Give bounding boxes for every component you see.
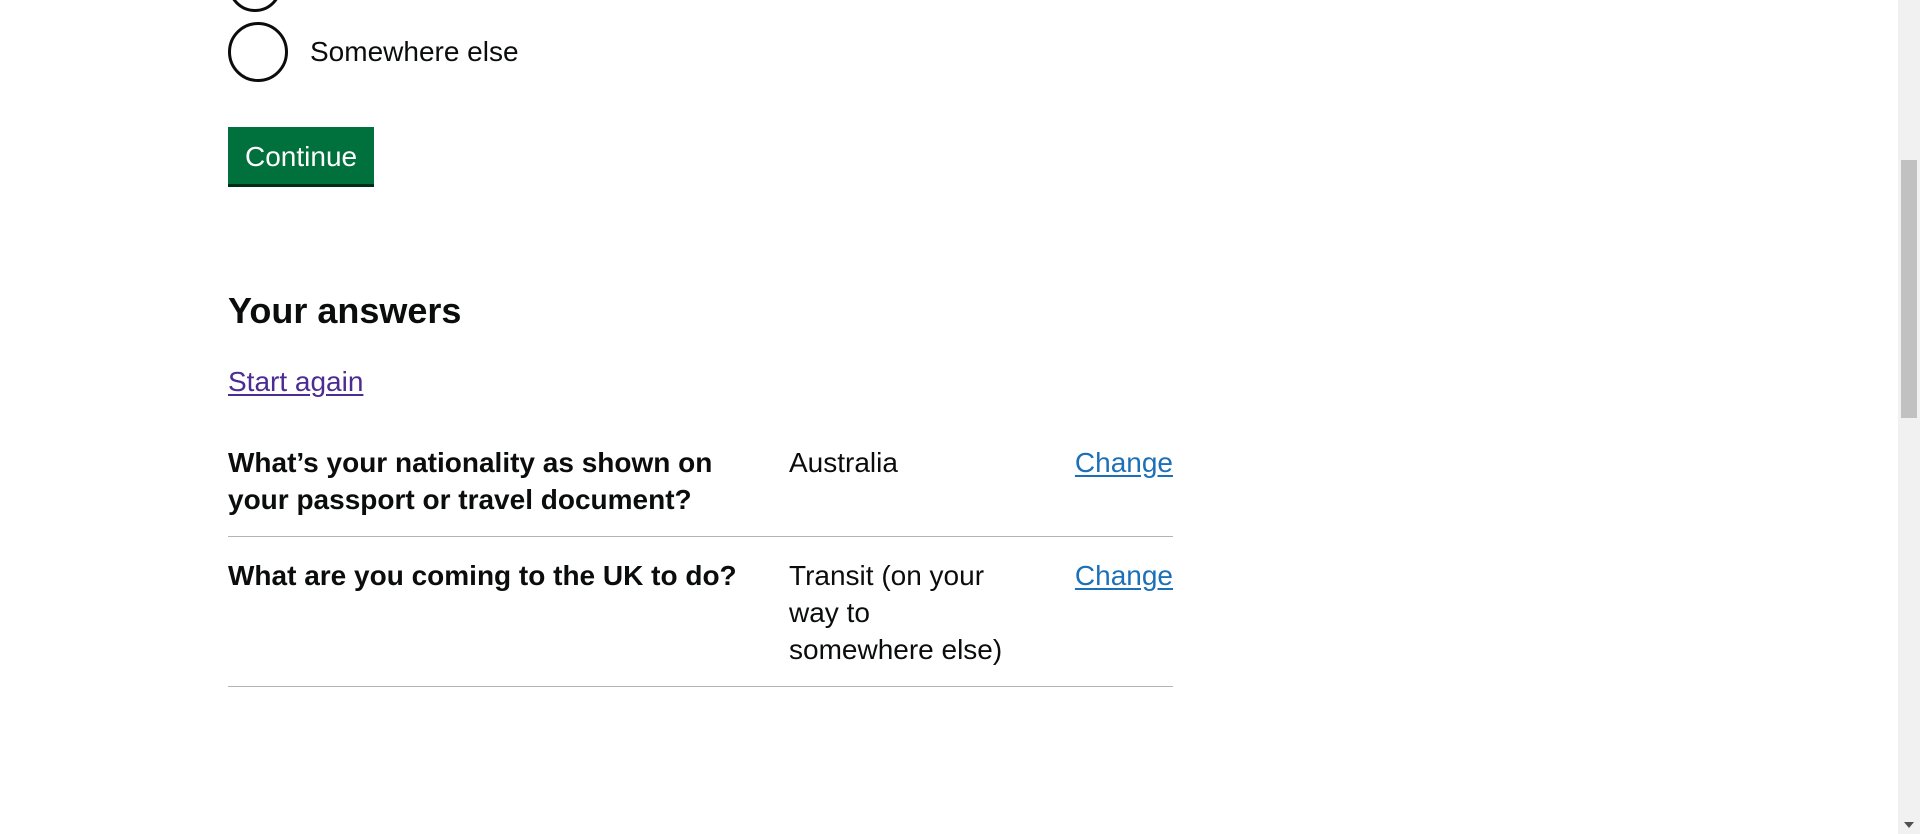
summary-question: What are you coming to the UK to do? bbox=[228, 560, 737, 591]
radio-option-somewhere-else[interactable]: Somewhere else bbox=[228, 22, 519, 82]
summary-question: What’s your nationality as shown on your… bbox=[228, 447, 713, 515]
summary-action: Change bbox=[1029, 444, 1173, 518]
change-nationality-link[interactable]: Change bbox=[1075, 447, 1173, 478]
summary-row: What’s your nationality as shown on your… bbox=[228, 444, 1173, 537]
your-answers-heading: Your answers bbox=[228, 290, 462, 331]
summary-row: What are you coming to the UK to do? Tra… bbox=[228, 557, 1173, 687]
radio-option-previous[interactable] bbox=[228, 0, 282, 12]
vertical-scrollbar[interactable] bbox=[1898, 0, 1920, 834]
summary-answer: Transit (on your way to somewhere else) bbox=[789, 560, 1003, 665]
radio-label: Somewhere else bbox=[310, 36, 519, 67]
start-again-link[interactable]: Start again bbox=[228, 362, 363, 402]
scrollbar-thumb[interactable] bbox=[1901, 160, 1917, 418]
page: Somewhere else Continue Your answers Sta… bbox=[0, 0, 1920, 834]
summary-answer: Australia bbox=[789, 447, 898, 478]
summary-action: Change bbox=[1029, 557, 1173, 668]
scroll-down-arrow-icon[interactable] bbox=[1904, 822, 1914, 828]
answers-summary-list: What’s your nationality as shown on your… bbox=[228, 444, 1173, 707]
radio-button-icon[interactable] bbox=[228, 22, 288, 82]
continue-button[interactable]: Continue bbox=[228, 127, 375, 187]
change-purpose-link[interactable]: Change bbox=[1075, 560, 1173, 591]
